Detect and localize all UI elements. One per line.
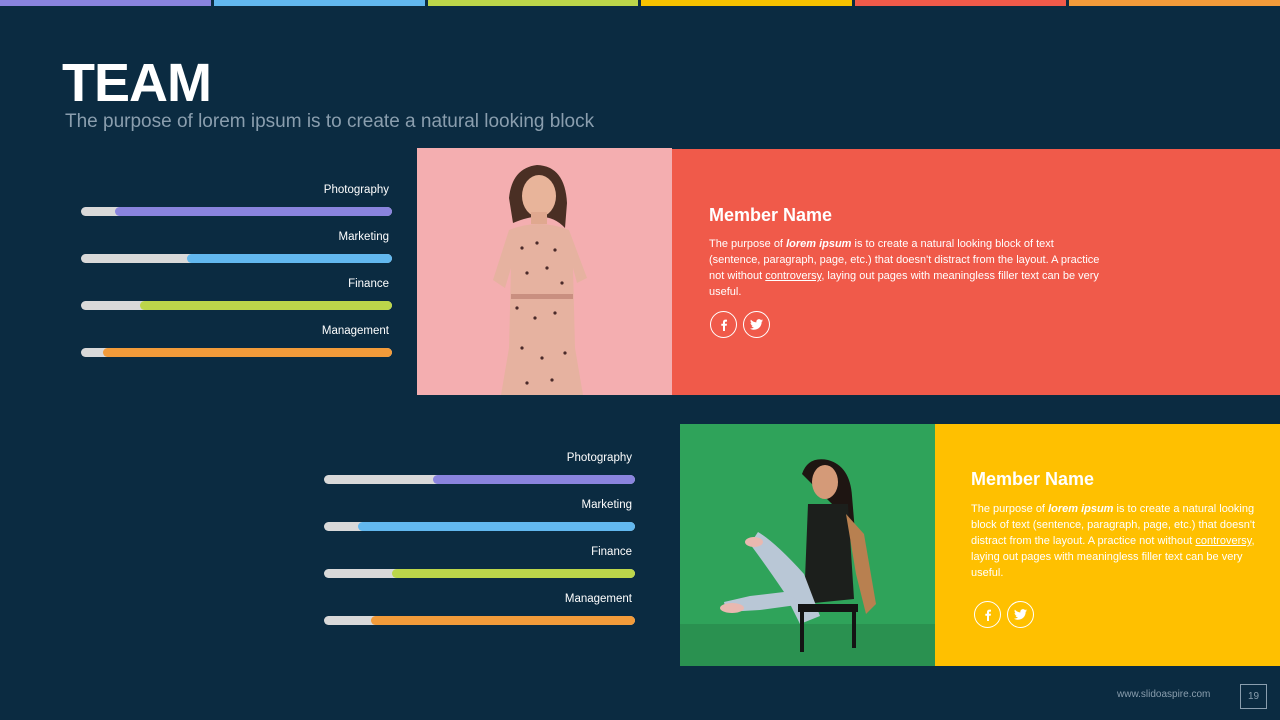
twitter-icon[interactable] — [1007, 601, 1034, 628]
skill-track — [81, 254, 392, 263]
member-description: The purpose of lorem ipsum is to create … — [971, 501, 1266, 581]
skill-track — [81, 207, 392, 216]
skill-management: Management — [81, 325, 392, 372]
skill-label: Photography — [323, 184, 389, 196]
facebook-icon[interactable] — [710, 311, 737, 338]
member-name: Member Name — [971, 469, 1095, 489]
skill-track — [324, 475, 635, 484]
description-emphasis: lorem ipsum — [786, 238, 852, 250]
skill-bar — [358, 522, 635, 531]
description-emphasis: lorem ipsum — [1048, 503, 1114, 515]
skill-marketing: Marketing — [324, 499, 635, 546]
skill-bar — [115, 207, 392, 216]
skill-label: Photography — [566, 452, 632, 464]
member-name: Member Name — [709, 205, 833, 225]
skill-track — [324, 569, 635, 578]
top-bar-segment — [213, 0, 425, 6]
social-links — [710, 311, 770, 338]
member-card-2: Member Name The purpose of lorem ipsum i… — [935, 424, 1280, 666]
skill-label: Management — [564, 593, 632, 605]
skill-bar — [102, 348, 392, 357]
page-number: 19 — [1240, 684, 1267, 709]
skill-label: Finance — [591, 546, 632, 558]
skill-bar — [392, 569, 635, 578]
controversy-link[interactable]: controversy — [765, 270, 821, 282]
skill-photography: Photography — [324, 452, 635, 499]
social-links — [974, 601, 1034, 628]
member-photo-1 — [417, 148, 672, 395]
member-description: The purpose of lorem ipsum is to create … — [709, 236, 1104, 300]
skill-photography: Photography — [81, 184, 392, 231]
top-bar-segment — [427, 0, 639, 6]
description-text: The purpose of — [709, 238, 787, 250]
member-photo-2 — [680, 424, 935, 666]
description-text: The purpose of — [971, 503, 1049, 515]
skill-finance: Finance — [81, 278, 392, 325]
skill-track — [81, 301, 392, 310]
skill-bar — [140, 301, 392, 310]
top-bar-segment — [1069, 0, 1280, 6]
skill-label: Marketing — [581, 499, 633, 511]
skills-panel-member-1: Photography Marketing Finance Management — [81, 184, 392, 372]
skill-bar — [370, 616, 635, 625]
top-bar-segment — [0, 0, 211, 6]
member-portrait — [417, 148, 672, 395]
skill-label: Marketing — [338, 231, 390, 243]
skill-finance: Finance — [324, 546, 635, 593]
top-bar-segment — [855, 0, 1067, 6]
controversy-link[interactable]: controversy — [1195, 535, 1251, 547]
skill-track — [324, 616, 635, 625]
page-subtitle: The purpose of lorem ipsum is to create … — [65, 111, 595, 132]
top-color-bar — [0, 0, 1280, 6]
skill-marketing: Marketing — [81, 231, 392, 278]
skill-label: Management — [321, 325, 389, 337]
facebook-icon[interactable] — [974, 601, 1001, 628]
member-portrait — [680, 424, 935, 666]
skill-management: Management — [324, 593, 635, 640]
page-title: TEAM — [62, 53, 212, 113]
skill-bar — [186, 254, 392, 263]
skills-panel-member-2: Photography Marketing Finance Management — [324, 452, 635, 640]
skill-label: Finance — [348, 278, 389, 290]
member-card-1: Member Name The purpose of lorem ipsum i… — [672, 149, 1280, 395]
skill-track — [324, 522, 635, 531]
top-bar-segment — [641, 0, 853, 6]
skill-track — [81, 348, 392, 357]
footer-url[interactable]: www.slidoaspire.com — [1117, 689, 1210, 700]
twitter-icon[interactable] — [743, 311, 770, 338]
skill-bar — [432, 475, 635, 484]
